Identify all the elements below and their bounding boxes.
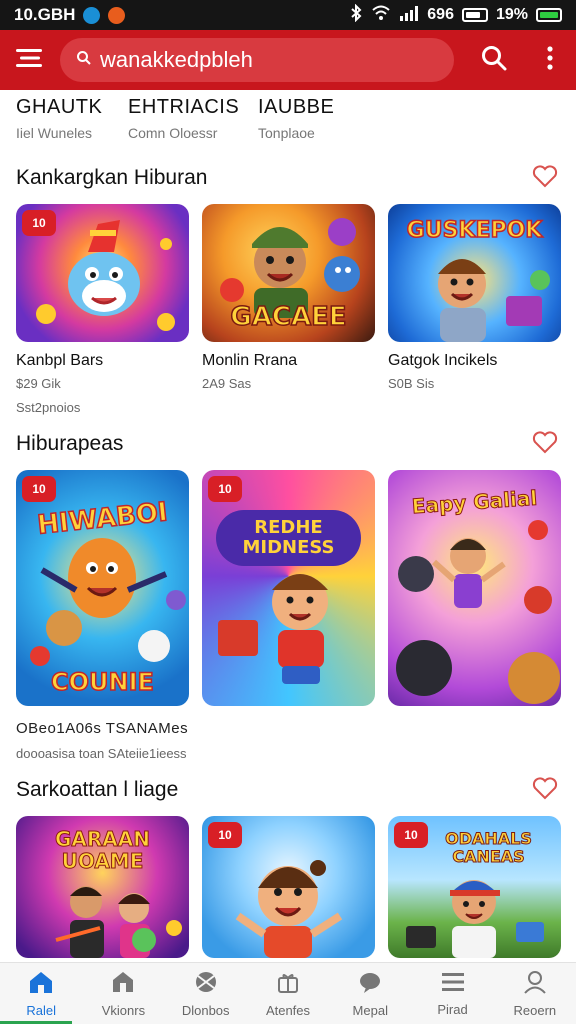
favorite-button[interactable] [530, 775, 560, 805]
nav-label: Reoern [513, 1002, 557, 1018]
section-caption: Sst2pnoios [16, 400, 81, 415]
game-card[interactable]: Eapy Galial [388, 470, 561, 706]
favorite-button[interactable] [530, 163, 560, 193]
search-input[interactable] [100, 47, 440, 73]
game-thumbnail: Eapy Galial [388, 470, 561, 706]
game-card[interactable]: GARAAN UOAME [16, 816, 189, 958]
bluetooth-icon [349, 3, 363, 27]
status-time: 10.GBH [14, 5, 76, 24]
menu-button[interactable] [0, 30, 60, 90]
search-icon [481, 45, 507, 76]
wifi-icon [371, 5, 391, 26]
battery-icon [536, 8, 562, 22]
tab-title: GHAUTK [16, 96, 103, 118]
tab-1[interactable]: GHAUTK Iiel Wuneles [16, 96, 102, 141]
search-small-icon [76, 50, 92, 71]
game-meta: 2A9 Sas [202, 376, 252, 391]
list-icon [441, 971, 465, 998]
game-art-text-2: COUNIE [50, 667, 154, 697]
signal-icon [399, 5, 419, 26]
section-header: Kankargkan Hiburan [16, 160, 560, 196]
status-bar: 10.GBH 696 19% [0, 0, 576, 30]
nav-label: Ralel [26, 1002, 56, 1018]
category-tabs: GHAUTK Iiel Wuneles EHTRIACIS Comn Oloes… [0, 96, 576, 152]
status-right: 696 19% [349, 3, 562, 27]
game-thumbnail: GUSKEPOK [388, 204, 561, 342]
section-caption-secondary: doooasisa toan SAteiie1ieess [16, 746, 187, 761]
game-art-text: GACAEE [230, 301, 348, 333]
ball-icon [194, 970, 218, 999]
game-thumbnail: 10 HIWABOI COUNIE [16, 470, 189, 706]
section-header: Hiburapeas [16, 426, 560, 462]
game-card[interactable]: 10 [202, 816, 375, 958]
game-card[interactable]: GACAEE Monlin Rrana 2A9 Sas [202, 204, 375, 391]
game-card[interactable]: 10 ODAHALS CANEAS [388, 816, 561, 958]
game-thumbnail: GACAEE [202, 204, 375, 342]
tab-2[interactable]: EHTRIACIS Comn Oloessr [128, 96, 239, 141]
network-label: 696 [427, 6, 454, 23]
section-title: Hiburapeas [16, 432, 124, 455]
game-card[interactable]: GUSKEPOK Gatgok Incikels S0B Sis [388, 204, 561, 391]
nav-item-7[interactable]: Reoern [494, 963, 576, 1024]
status-left: 10.GBH [14, 5, 126, 25]
heart-icon [532, 430, 558, 459]
game-thumbnail: 10 REDHE MIDNESS [202, 470, 375, 706]
heart-icon [532, 776, 558, 805]
nav-item-2[interactable]: Vkionrs [82, 963, 164, 1024]
game-thumbnail: GARAAN UOAME [16, 816, 189, 958]
tab-subtitle: Tonplaoe [258, 125, 315, 141]
nav-label: Vkionrs [101, 1002, 146, 1018]
game-title: Gatgok Incikels [388, 352, 498, 369]
nav-item-3[interactable]: Dlonbos [165, 963, 247, 1024]
search-bar[interactable] [60, 38, 454, 82]
section-header: Sarkoattan l liage [16, 772, 560, 808]
heart-icon [532, 164, 558, 193]
game-title: Monlin Rrana [202, 352, 298, 369]
section-title: Kankargkan Hiburan [16, 166, 208, 189]
tab-title: IAUBBE [258, 96, 335, 118]
nav-item-5[interactable]: Mepal [329, 963, 411, 1024]
game-meta: $29 Gik [16, 376, 61, 391]
nav-item-6[interactable]: Pirad [411, 963, 493, 1024]
game-card[interactable]: 10 HIWABOI COUNIE [16, 470, 189, 706]
favorite-button[interactable] [530, 429, 560, 459]
nav-item-4[interactable]: Atenfes [247, 963, 329, 1024]
tab-title: EHTRIACIS [128, 96, 240, 118]
menu-icon [16, 47, 44, 74]
game-card[interactable]: 10 REDHE MIDNESS [202, 470, 375, 706]
more-options-button[interactable] [524, 30, 576, 90]
house-icon [111, 970, 135, 999]
chat-icon [358, 970, 382, 999]
notification-app-icon-2 [108, 6, 126, 24]
gift-icon [276, 970, 300, 999]
nav-item-home[interactable]: Ralel [0, 963, 82, 1024]
nav-label: Dlonbos [181, 1002, 230, 1018]
section-title: Sarkoattan l liage [16, 778, 179, 801]
search-button[interactable] [464, 30, 524, 90]
game-thumbnail: 10 [202, 816, 375, 958]
home-icon [28, 970, 54, 999]
battery-percent: 19% [495, 6, 528, 23]
app-bar [0, 30, 576, 90]
game-meta: S0B Sis [388, 376, 435, 391]
tab-subtitle: Comn Oloessr [128, 125, 218, 141]
battery-saver-icon [461, 8, 488, 22]
game-title: Kanbpl Bars [16, 352, 104, 369]
nav-label: Pirad [437, 1001, 468, 1017]
nav-label: Mepal [352, 1002, 388, 1018]
bottom-navigation: Ralel Vkionrs Dlonbos Atenfes Mepal Pira… [0, 962, 576, 1024]
game-thumbnail: 10 ODAHALS CANEAS [388, 816, 561, 958]
nav-label: Atenfes [265, 1002, 311, 1018]
game-card[interactable]: 10 Kanbpl Bars $29 Gik [16, 204, 189, 391]
tab-subtitle: Iiel Wuneles [16, 125, 93, 141]
notification-app-icon [83, 6, 101, 24]
tab-3[interactable]: IAUBBE Tonplaoe [258, 96, 334, 141]
more-vert-icon [547, 45, 553, 75]
person-icon [523, 970, 547, 999]
game-thumbnail: 10 [16, 204, 189, 342]
section-caption: OBeo1A06s TSANAMes [16, 720, 189, 737]
